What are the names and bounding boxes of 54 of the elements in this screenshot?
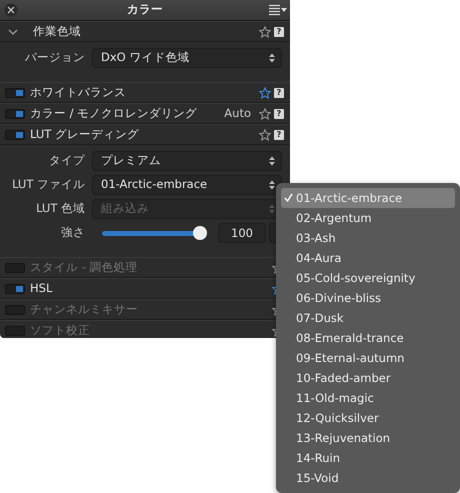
section-title[interactable]: チャンネルミキサー (30, 300, 272, 318)
number-field[interactable]: 100 (218, 223, 266, 243)
menu-item[interactable]: 08-Emerald-trance (281, 328, 455, 348)
section-title[interactable]: HSL (30, 280, 272, 298)
menu-icon[interactable] (269, 4, 287, 16)
help-button[interactable]: ? (274, 130, 284, 140)
toggle-switch[interactable] (5, 130, 25, 140)
toggle-switch[interactable] (5, 108, 25, 118)
mode-value: Auto (224, 104, 251, 122)
menu-item[interactable]: 02-Argentum (281, 208, 455, 228)
field-label: LUT 色域 (35, 200, 86, 218)
dropdown-field[interactable]: 01-Arctic-embrace (92, 175, 282, 195)
section-title[interactable]: ホワイトバランス (30, 84, 259, 102)
section-title[interactable]: LUT グレーディング (30, 126, 259, 144)
updown-arrows-icon (269, 180, 275, 190)
chevron-icon[interactable] (8, 28, 18, 36)
menu-item[interactable]: 12-Quicksilver (281, 408, 455, 428)
menu-item[interactable]: 11-Old-magic (281, 388, 455, 408)
toggle-switch[interactable] (5, 88, 25, 98)
menu-item[interactable]: 05-Cold-sovereignity (281, 268, 455, 288)
section-title[interactable]: ソフト校正 (30, 322, 272, 338)
updown-arrows-icon (269, 53, 275, 63)
field-label: バージョン (24, 49, 86, 66)
menu-item[interactable]: 01-Arctic-embrace (281, 188, 455, 208)
checkmark-icon (284, 193, 293, 202)
star-icon[interactable] (259, 26, 271, 38)
toggle-switch[interactable] (5, 284, 25, 294)
menu-item[interactable]: 04-Aura (281, 248, 455, 268)
help-button[interactable]: ? (274, 26, 284, 36)
help-button[interactable]: ? (274, 108, 284, 118)
dropdown-field[interactable]: プレミアム (92, 151, 282, 171)
field-label: LUT ファイル (11, 176, 86, 194)
star-icon[interactable] (259, 128, 271, 140)
menu-item[interactable]: 13-Rejuvenation (281, 428, 455, 448)
panel-title: カラー (127, 1, 163, 18)
star-icon[interactable] (259, 86, 271, 98)
section-title[interactable]: 作業色域 (33, 22, 259, 40)
menu-item[interactable]: 03-Ash (281, 228, 455, 248)
field-label: 強さ (60, 224, 86, 242)
field-label: タイプ (48, 152, 86, 170)
menu-item[interactable]: 06-Divine-bliss (281, 288, 455, 308)
star-icon[interactable] (259, 108, 271, 120)
menu-item[interactable]: 15-Void (281, 468, 455, 488)
slider-thumb[interactable] (193, 226, 207, 240)
menu-item[interactable]: 07-Dusk (281, 308, 455, 328)
section-title[interactable]: カラー / モノクロレンダリング (30, 104, 224, 122)
menu-item[interactable]: 10-Faded-amber (281, 368, 455, 388)
dropdown-field[interactable]: DxO ワイド色域 (92, 48, 282, 68)
help-button[interactable]: ? (274, 88, 284, 98)
section-title[interactable]: スタイル - 調色処理 (30, 258, 272, 276)
menu-item[interactable]: 09-Eternal-autumn (281, 348, 455, 368)
updown-arrows-icon (269, 156, 275, 166)
menu-item[interactable]: 14-Ruin (281, 448, 455, 468)
close-icon[interactable] (4, 3, 18, 17)
